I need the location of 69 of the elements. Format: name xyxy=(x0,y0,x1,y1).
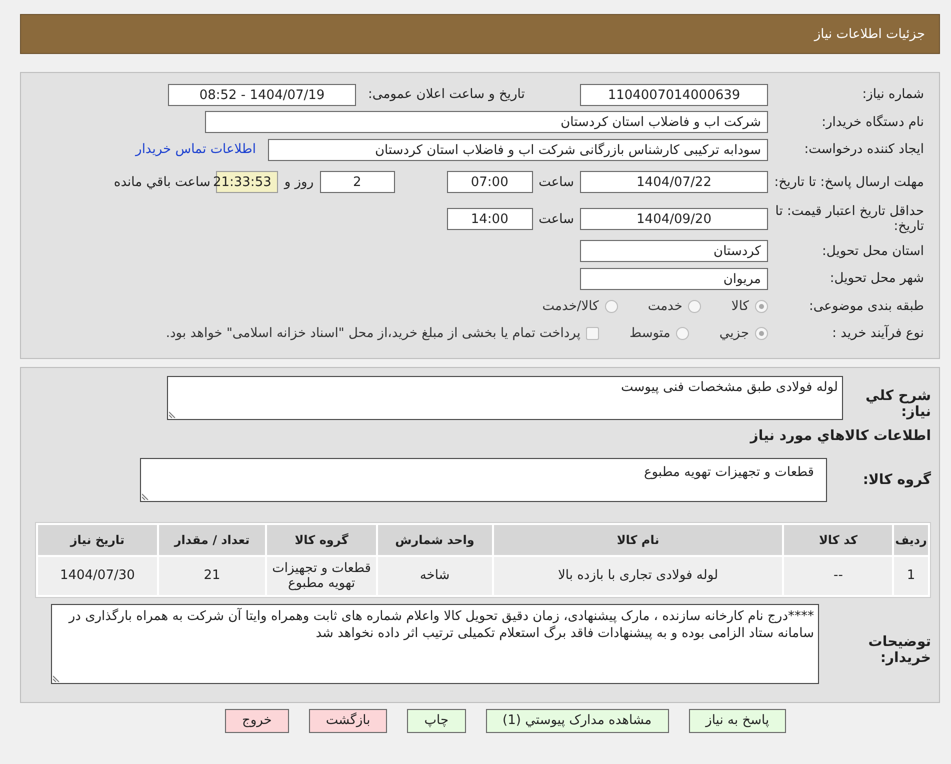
field-label: توضیحات خریدار: xyxy=(867,632,931,666)
description-textarea[interactable]: لوله فولادی طبق مشخصات فنی پیوست xyxy=(167,376,843,420)
column-header: گروه کالا xyxy=(267,524,376,554)
table-cell: قطعات و تجهیزات تهویه مطبوع xyxy=(267,556,376,594)
column-header: نام کالا xyxy=(494,524,782,554)
radio-label: متوسط xyxy=(629,326,670,342)
column-header: کد کالا xyxy=(784,524,892,554)
remaining-label: ساعت باقي مانده xyxy=(114,174,210,190)
table-cell: -- xyxy=(784,556,892,594)
validity-time-field: 14:00 xyxy=(446,208,533,230)
field-label: مهلت ارسال پاسخ: تا تاریخ: xyxy=(774,174,924,190)
action-button[interactable]: خروج xyxy=(224,708,289,732)
field-label: استان محل تحویل: xyxy=(821,244,924,259)
radio-button[interactable] xyxy=(688,300,702,313)
validity-date-field: 1404/09/20 xyxy=(580,208,768,230)
field-label: شماره نیاز: xyxy=(861,87,924,102)
action-button[interactable]: مشاهده مدارک پيوستي (1) xyxy=(486,708,669,732)
field-label: نام دستگاه خریدار: xyxy=(820,114,924,130)
deadline-time-field: 07:00 xyxy=(446,171,533,193)
field-label: حداقل تاریخ اعتبار قیمت: تا تاریخ: xyxy=(774,204,924,234)
column-header: تاریخ نیاز xyxy=(38,524,157,554)
field-label: شرح کلي نياز: xyxy=(864,386,931,420)
column-header: واحد شمارش xyxy=(378,524,492,554)
field-label: نوع فرآیند خرید : xyxy=(831,326,924,342)
column-header: رديف xyxy=(894,524,928,554)
radio-button[interactable] xyxy=(755,300,768,313)
table-cell: 1 xyxy=(894,556,928,594)
resize-grip-icon xyxy=(169,410,176,418)
action-button[interactable]: پاسخ به نياز xyxy=(688,708,786,732)
province-field: کردستان xyxy=(580,240,768,262)
resize-grip-icon xyxy=(53,674,60,682)
action-button[interactable]: چاپ xyxy=(407,708,466,732)
time-label: ساعت xyxy=(538,212,574,226)
checkbox-label: پرداخت تمام یا بخشی از مبلغ خرید،از محل "اسناد خزانه اسلامی" خواهد بود. xyxy=(166,326,580,342)
goods-group-textarea[interactable]: قطعات و تجهیزات تهویه مطبوع xyxy=(140,458,827,502)
radio-button[interactable] xyxy=(604,300,618,313)
time-label: ساعت xyxy=(538,174,574,190)
radio-label: جزيي xyxy=(719,326,749,342)
city-field: مریوان xyxy=(580,268,768,290)
remaining-time-field: 21:33:53 xyxy=(216,171,278,193)
days-field: 2 xyxy=(320,171,395,193)
need-number-field: 1104007014000639 xyxy=(580,84,768,106)
page-title: جزئیات اطلاعات نیاز xyxy=(814,26,925,42)
checkbox[interactable] xyxy=(586,327,600,340)
column-header: تعداد / مقدار xyxy=(158,524,266,554)
radio-label: کالا xyxy=(731,298,749,314)
days-label: روز و xyxy=(284,174,314,190)
radio-label: کالا/خدمت xyxy=(542,298,599,314)
buyer-notes-textarea[interactable]: ****درج نام کارخانه سازنده ، مارک پیشنهادی، زمان دقیق تحویل کالا واعلام شماره های ثابت وهمراه وایتا آن شرکت به همراه بارگذاری در سامانه ستاد الزامی بوده و به پیشنهادات فاقد برگ استعلام تکمیلی ترتیب اثر داده نخواهد شد xyxy=(51,604,819,684)
field-label: ایجاد کننده درخواست: xyxy=(803,142,924,158)
deadline-date-field: 1404/07/22 xyxy=(580,171,768,193)
field-label: شهر محل تحویل: xyxy=(828,271,924,286)
field-label: طبقه بندی موضوعی: xyxy=(808,298,924,314)
radio-label: خدمت xyxy=(648,298,682,314)
table-cell: 1404/07/30 xyxy=(38,556,157,594)
table-cell: شاخه xyxy=(378,556,492,594)
field-label: تاریخ و ساعت اعلان عمومی: xyxy=(368,87,526,102)
table-cell: لوله فولادی تجاری با بازده بالا xyxy=(494,556,782,594)
radio-button[interactable] xyxy=(755,327,768,340)
action-button[interactable]: بازگشت xyxy=(308,708,388,732)
buyer-field: شرکت اب و فاضلاب استان کردستان xyxy=(205,111,768,134)
creator-field: سودابه ترکیبی کارشناس بازرگانی شرکت اب و فاضلاب استان کردستان xyxy=(268,138,768,161)
section-heading: اطلاعات کالاهاي مورد نياز xyxy=(748,428,931,444)
contact-link[interactable]: اطلاعات تماس خریدار xyxy=(136,142,256,158)
radio-button[interactable] xyxy=(676,327,690,340)
table-cell: 21 xyxy=(158,556,266,594)
field-label: گروه کالا: xyxy=(862,470,931,488)
announce-date-field: 1404/07/19 - 08:52 xyxy=(168,84,356,106)
resize-grip-icon xyxy=(142,492,149,500)
